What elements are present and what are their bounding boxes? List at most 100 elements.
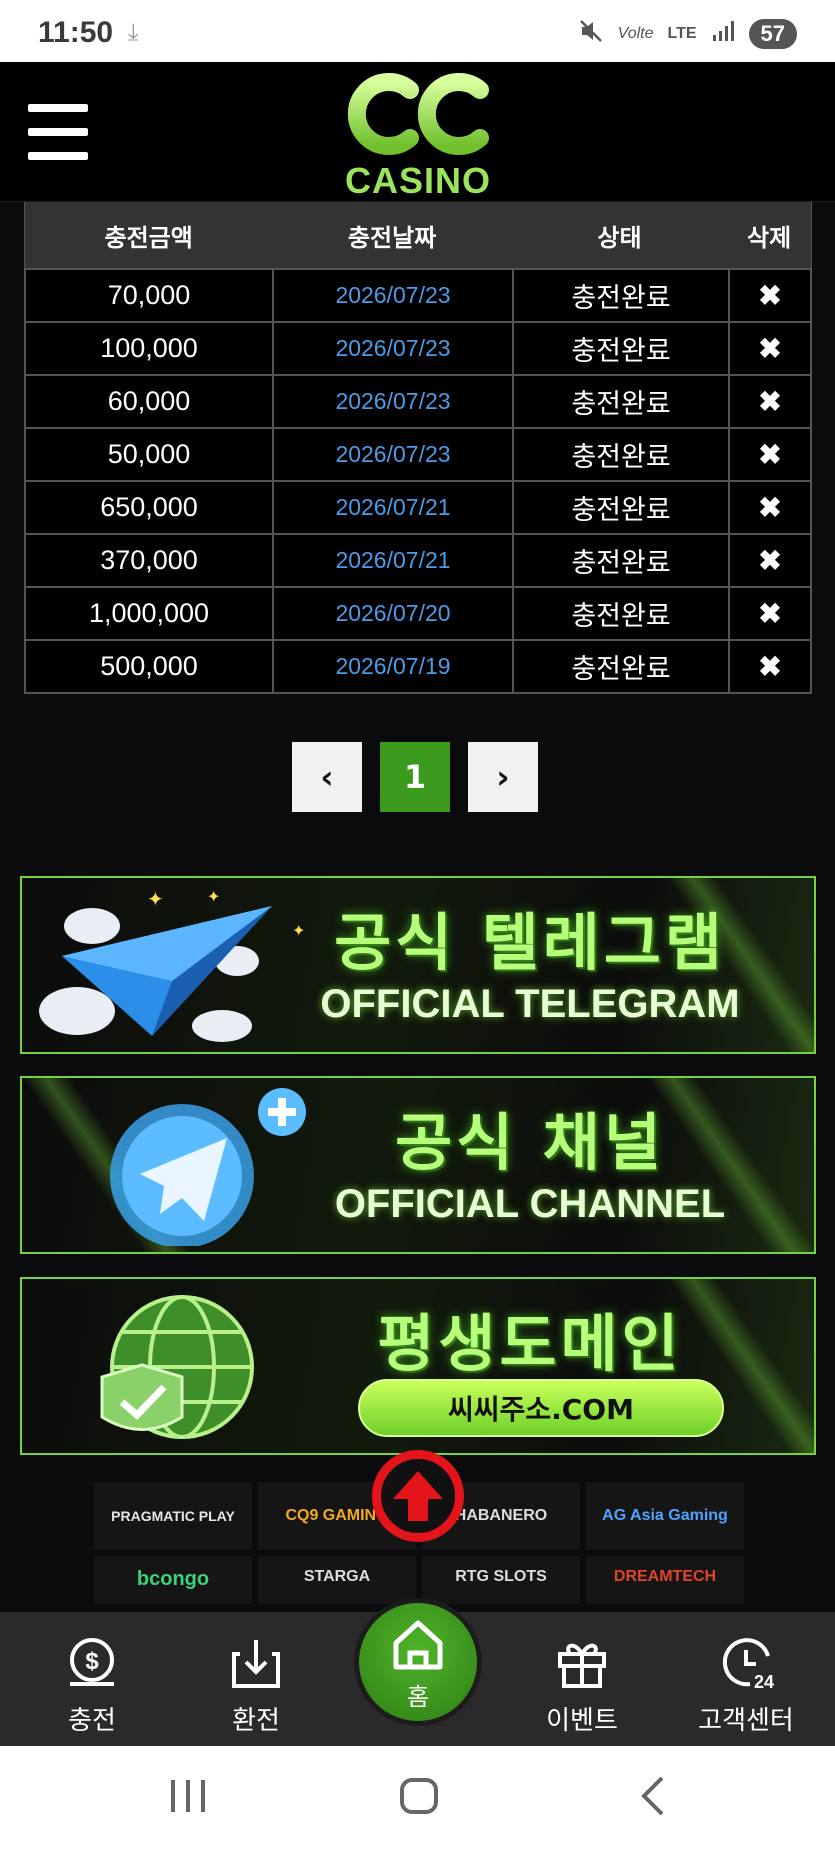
scroll-to-top-button[interactable]	[372, 1450, 464, 1542]
status-cell: 충전완료	[512, 429, 728, 480]
status-cell: 충전완료	[512, 323, 728, 374]
delete-icon[interactable]: ✖	[728, 323, 812, 374]
delete-icon[interactable]: ✖	[728, 588, 812, 639]
svg-text:✦: ✦	[207, 887, 220, 906]
recent-apps-icon[interactable]	[168, 1774, 208, 1822]
arrow-up-icon	[393, 1471, 443, 1521]
download-arrow-icon: ⤓	[128, 18, 139, 46]
pagination: ‹ 1 ›	[292, 742, 538, 812]
permanent-domain-banner[interactable]: 평생도메인 씨씨주소.COM	[20, 1277, 816, 1455]
table-row: 60,000 2026/07/23 충전완료 ✖	[24, 376, 812, 429]
delete-icon[interactable]: ✖	[728, 270, 812, 321]
home-icon	[393, 1620, 443, 1670]
provider-pragmatic-play[interactable]: PRAGMATIC PLAY	[94, 1482, 252, 1550]
nav-home-button[interactable]: 홈	[354, 1598, 482, 1726]
amount-cell: 60,000	[24, 376, 272, 427]
table-row: 1,000,000 2026/07/20 충전완료 ✖	[24, 588, 812, 641]
deposit-history-table: 충전금액 충전날짜 상태 삭제 70,000 2026/07/23 충전완료 ✖…	[24, 202, 812, 694]
nav-event-label: 이벤트	[546, 1706, 618, 1736]
status-cell: 충전완료	[512, 588, 728, 639]
delete-icon[interactable]: ✖	[728, 482, 812, 533]
provider-stargame[interactable]: STARGA	[258, 1556, 416, 1604]
nav-deposit-label: 충전	[68, 1706, 116, 1736]
amount-cell: 650,000	[24, 482, 272, 533]
amount-cell: 500,000	[24, 641, 272, 692]
mute-icon	[578, 18, 604, 50]
banner-title: 공식 채널	[395, 1106, 665, 1179]
back-icon[interactable]	[636, 1774, 668, 1822]
prev-page-button[interactable]: ‹	[292, 742, 362, 812]
gift-icon	[558, 1643, 606, 1688]
column-header-status: 상태	[597, 223, 642, 252]
table-row: 100,000 2026/07/23 충전완료 ✖	[24, 323, 812, 376]
table-row: 650,000 2026/07/21 충전완료 ✖	[24, 482, 812, 535]
banner-title: 공식 텔레그램	[334, 906, 726, 979]
hamburger-icon[interactable]	[28, 104, 88, 160]
home-circle-icon[interactable]	[398, 1774, 440, 1822]
official-telegram-banner[interactable]: ✦ ✦ ✦ 공식 텔레그램 OFFICIAL TELEGRAM	[20, 876, 816, 1054]
logo-text: CASINO	[344, 160, 491, 201]
svg-text:$: $	[85, 1648, 99, 1675]
date-cell: 2026/07/23	[272, 323, 512, 374]
delete-icon[interactable]: ✖	[728, 376, 812, 427]
casino-logo[interactable]: CASINO	[340, 68, 496, 201]
status-bar: 11:50 ⤓ Volte LTE 57	[0, 0, 835, 62]
date-cell: 2026/07/19	[272, 641, 512, 692]
status-icons: Volte LTE 57	[578, 18, 797, 50]
column-header-amount: 충전금액	[104, 223, 193, 252]
nav-deposit[interactable]: $ 충전	[32, 1622, 152, 1742]
download-tray-icon	[232, 1640, 280, 1688]
globe-shield-icon	[100, 1295, 254, 1439]
nav-event[interactable]: 이벤트	[522, 1622, 642, 1742]
support-24h-icon: 24	[722, 1638, 774, 1692]
svg-text:✦: ✦	[147, 887, 164, 911]
table-row: 370,000 2026/07/21 충전완료 ✖	[24, 535, 812, 588]
amount-cell: 100,000	[24, 323, 272, 374]
amount-cell: 1,000,000	[24, 588, 272, 639]
system-navigation-bar	[0, 1746, 835, 1856]
provider-rtg-slots[interactable]: RTG SLOTS	[422, 1556, 580, 1604]
provider-booongo[interactable]: bcongo	[94, 1556, 252, 1604]
official-channel-banner[interactable]: 공식 채널 OFFICIAL CHANNEL	[20, 1076, 816, 1254]
signal-icon	[711, 19, 735, 49]
battery-indicator: 57	[748, 19, 797, 49]
banner-subtitle: OFFICIAL CHANNEL	[334, 1182, 726, 1226]
table-row: 500,000 2026/07/19 충전완료 ✖	[24, 641, 812, 694]
paper-plane-icon: ✦ ✦ ✦	[39, 887, 305, 1042]
column-header-date: 충전날짜	[347, 223, 437, 252]
app-header: CASINO	[0, 62, 835, 202]
nav-withdraw[interactable]: 환전	[196, 1622, 316, 1742]
status-time: 11:50	[38, 16, 114, 49]
status-cell: 충전완료	[512, 535, 728, 586]
banner-title: 평생도메인	[377, 1307, 683, 1380]
nav-support[interactable]: 24 고객센터	[686, 1622, 806, 1742]
date-cell: 2026/07/23	[272, 270, 512, 321]
domain-address-button[interactable]: 씨씨주소.COM	[358, 1379, 724, 1437]
nav-withdraw-label: 환전	[232, 1706, 280, 1736]
banner-subtitle: OFFICIAL TELEGRAM	[320, 982, 740, 1026]
amount-cell: 50,000	[24, 429, 272, 480]
delete-icon[interactable]: ✖	[728, 535, 812, 586]
date-cell: 2026/07/21	[272, 535, 512, 586]
amount-cell: 70,000	[24, 270, 272, 321]
svg-text:24: 24	[754, 1672, 774, 1692]
next-page-button[interactable]: ›	[468, 742, 538, 812]
status-cell: 충전완료	[512, 482, 728, 533]
provider-ag-asia-gaming[interactable]: AG Asia Gaming	[586, 1482, 744, 1550]
date-cell: 2026/07/23	[272, 429, 512, 480]
volte-icon: Volte	[617, 25, 654, 42]
delete-icon[interactable]: ✖	[728, 429, 812, 480]
date-cell: 2026/07/20	[272, 588, 512, 639]
coin-icon: $	[70, 1638, 114, 1686]
table-header: 충전금액 충전날짜 상태 삭제	[24, 202, 812, 268]
date-cell: 2026/07/21	[272, 482, 512, 533]
delete-icon[interactable]: ✖	[728, 641, 812, 692]
provider-dreamtech[interactable]: DREAMTECH	[586, 1556, 744, 1604]
telegram-channel-icon	[110, 1088, 306, 1246]
nav-home-label: 홈	[406, 1683, 430, 1711]
nav-support-label: 고객센터	[698, 1706, 794, 1736]
lte-icon: LTE	[667, 25, 697, 42]
status-cell: 충전완료	[512, 376, 728, 427]
page-1-button[interactable]: 1	[380, 742, 450, 812]
table-row: 70,000 2026/07/23 충전완료 ✖	[24, 270, 812, 323]
